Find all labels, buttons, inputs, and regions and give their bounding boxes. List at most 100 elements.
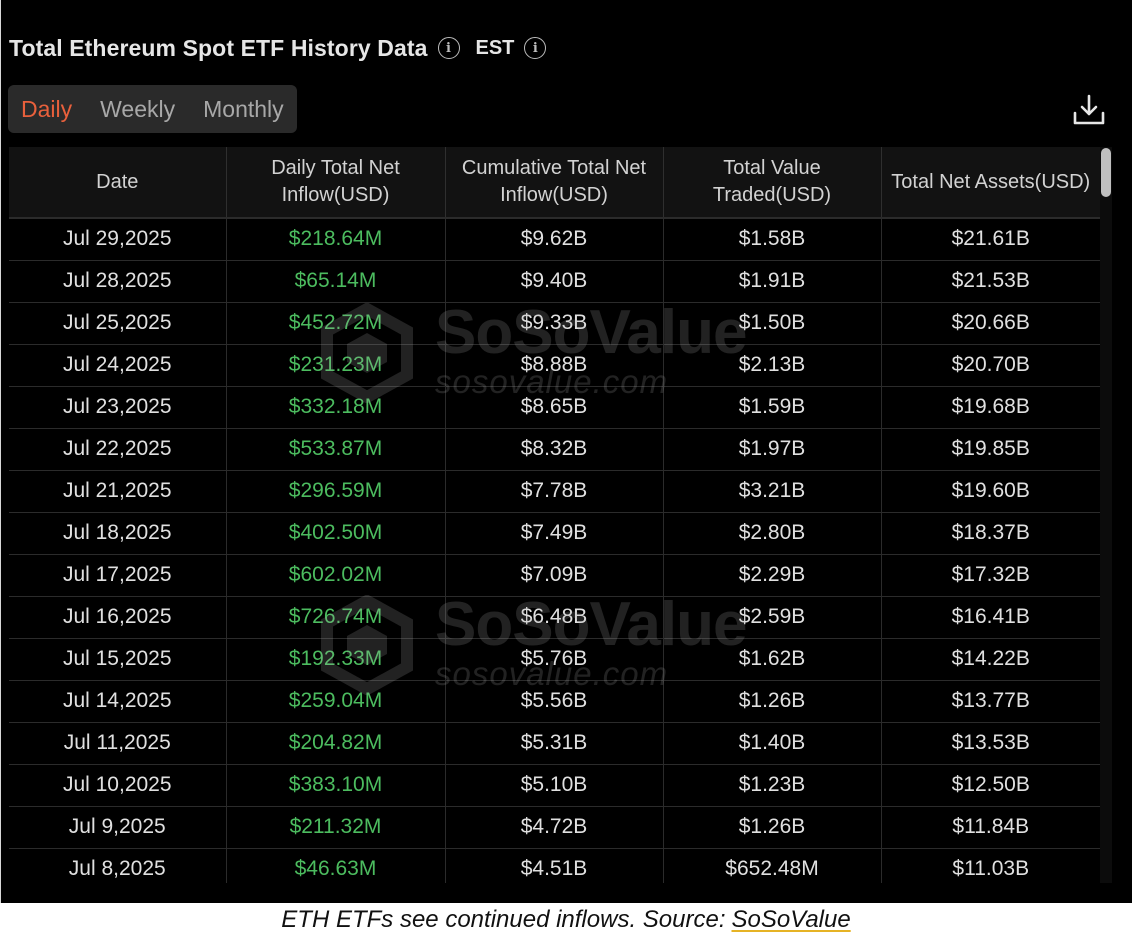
cell-value-traded: $1.91B (662, 259, 881, 302)
history-table-container: Date Daily Total Net Inflow(USD) Cumulat… (9, 147, 1100, 883)
panel-header: Total Ethereum Spot ETF History Data i E… (9, 30, 547, 66)
table-body: Jul 29,2025 $218.64M $9.62B $1.58B $21.61B Ju… (9, 217, 1100, 883)
column-header-daily-inflow[interactable]: Daily Total Net Inflow(USD) (225, 147, 445, 219)
cell-value-traded: $1.23B (662, 763, 881, 806)
cell-value-traded: $2.59B (662, 595, 881, 638)
timezone-label: EST (475, 36, 515, 59)
table-scrollbar[interactable] (1100, 147, 1112, 883)
cell-cumulative-inflow: $5.76B (444, 637, 663, 680)
column-header-cumulative-inflow[interactable]: Cumulative Total Net Inflow(USD) (444, 147, 663, 219)
cell-daily-inflow: $204.82M (225, 721, 445, 764)
cell-cumulative-inflow: $7.49B (444, 511, 663, 554)
cell-cumulative-inflow: $9.40B (444, 259, 663, 302)
cell-value-traded: $1.26B (662, 805, 881, 848)
cell-cumulative-inflow: $7.09B (444, 553, 663, 596)
cell-net-assets: $18.37B (880, 511, 1100, 554)
cell-value-traded: $1.59B (662, 385, 881, 428)
column-header-date[interactable]: Date (9, 147, 226, 219)
download-icon (1073, 94, 1105, 125)
cell-daily-inflow: $602.02M (225, 553, 445, 596)
cell-cumulative-inflow: $4.51B (444, 847, 663, 883)
table-row: Jul 28,2025 $65.14M $9.40B $1.91B $21.53B (9, 259, 1100, 302)
cell-net-assets: $14.22B (880, 637, 1100, 680)
cell-net-assets: $12.50B (880, 763, 1100, 806)
source-link[interactable]: SoSoValue (731, 906, 850, 934)
tab-weekly[interactable]: Weekly (100, 96, 175, 123)
cell-net-assets: $11.03B (880, 847, 1100, 883)
cell-date: Jul 21,2025 (9, 469, 226, 512)
cell-net-assets: $19.85B (880, 427, 1100, 470)
table-row: Jul 16,2025 $726.74M $6.48B $2.59B $16.41B (9, 595, 1100, 638)
cell-net-assets: $13.77B (880, 679, 1100, 722)
cell-daily-inflow: $726.74M (225, 595, 445, 638)
page-title: Total Ethereum Spot ETF History Data (9, 34, 428, 61)
column-header-net-assets[interactable]: Total Net Assets(USD) (880, 147, 1100, 219)
cell-date: Jul 22,2025 (9, 427, 226, 470)
table-row: Jul 21,2025 $296.59M $7.78B $3.21B $19.60B (9, 469, 1100, 512)
caption-text: ETH ETFs see continued inflows. Source: (281, 905, 726, 933)
cell-net-assets: $19.60B (880, 469, 1100, 512)
cell-cumulative-inflow: $9.62B (444, 217, 663, 260)
cell-value-traded: $1.40B (662, 721, 881, 764)
cell-daily-inflow: $533.87M (225, 427, 445, 470)
table-row: Jul 10,2025 $383.10M $5.10B $1.23B $12.50B (9, 763, 1100, 806)
cell-daily-inflow: $402.50M (225, 511, 445, 554)
table-row: Jul 29,2025 $218.64M $9.62B $1.58B $21.61B (9, 217, 1100, 260)
cell-daily-inflow: $231.23M (225, 343, 445, 386)
cell-net-assets: $21.61B (880, 217, 1100, 260)
etf-history-panel: Total Ethereum Spot ETF History Data i E… (0, 0, 1132, 903)
cell-date: Jul 16,2025 (9, 595, 226, 638)
cell-value-traded: $1.97B (662, 427, 881, 470)
timezone-info-icon[interactable]: i (524, 37, 547, 59)
cell-net-assets: $17.32B (880, 553, 1100, 596)
cell-cumulative-inflow: $5.10B (444, 763, 663, 806)
cell-net-assets: $13.53B (880, 721, 1100, 764)
history-table: Date Daily Total Net Inflow(USD) Cumulat… (9, 147, 1100, 883)
cell-net-assets: $21.53B (880, 259, 1100, 302)
tab-daily[interactable]: Daily (21, 96, 72, 123)
cell-daily-inflow: $218.64M (225, 217, 445, 260)
cell-daily-inflow: $332.18M (225, 385, 445, 428)
cell-date: Jul 18,2025 (9, 511, 226, 554)
cell-cumulative-inflow: $7.78B (444, 469, 663, 512)
cell-value-traded: $652.48M (662, 847, 881, 883)
table-row: Jul 9,2025 $211.32M $4.72B $1.26B $11.84B (9, 805, 1100, 848)
cell-net-assets: $16.41B (880, 595, 1100, 638)
cell-daily-inflow: $383.10M (225, 763, 445, 806)
cell-value-traded: $2.13B (662, 343, 881, 386)
table-row: Jul 24,2025 $231.23M $8.88B $2.13B $20.70B (9, 343, 1100, 386)
scrollbar-thumb[interactable] (1101, 148, 1111, 197)
cell-date: Jul 9,2025 (9, 805, 226, 848)
cell-date: Jul 11,2025 (9, 721, 226, 764)
cell-value-traded: $2.29B (662, 553, 881, 596)
cell-net-assets: $11.84B (880, 805, 1100, 848)
cell-date: Jul 28,2025 (9, 259, 226, 302)
cell-value-traded: $1.26B (662, 679, 881, 722)
cell-value-traded: $3.21B (662, 469, 881, 512)
cell-date: Jul 14,2025 (9, 679, 226, 722)
cell-date: Jul 15,2025 (9, 637, 226, 680)
cell-value-traded: $1.58B (662, 217, 881, 260)
cell-cumulative-inflow: $8.32B (444, 427, 663, 470)
cell-net-assets: $20.70B (880, 343, 1100, 386)
cell-value-traded: $2.80B (662, 511, 881, 554)
cell-cumulative-inflow: $9.33B (444, 301, 663, 344)
column-header-value-traded[interactable]: Total Value Traded(USD) (662, 147, 881, 219)
table-row: Jul 11,2025 $204.82M $5.31B $1.40B $13.53B (9, 721, 1100, 764)
cell-cumulative-inflow: $8.65B (444, 385, 663, 428)
table-header-row: Date Daily Total Net Inflow(USD) Cumulat… (9, 147, 1100, 219)
info-icon[interactable]: i (437, 37, 460, 59)
cell-date: Jul 10,2025 (9, 763, 226, 806)
tab-monthly[interactable]: Monthly (203, 96, 284, 123)
download-button[interactable] (1071, 92, 1107, 128)
cell-daily-inflow: $211.32M (225, 805, 445, 848)
cell-daily-inflow: $46.63M (225, 847, 445, 883)
table-row: Jul 18,2025 $402.50M $7.49B $2.80B $18.37B (9, 511, 1100, 554)
table-row: Jul 15,2025 $192.33M $5.76B $1.62B $14.22B (9, 637, 1100, 680)
table-row: Jul 22,2025 $533.87M $8.32B $1.97B $19.85B (9, 427, 1100, 470)
cell-cumulative-inflow: $8.88B (444, 343, 663, 386)
cell-cumulative-inflow: $5.31B (444, 721, 663, 764)
table-row: Jul 17,2025 $602.02M $7.09B $2.29B $17.32B (9, 553, 1100, 596)
cell-date: Jul 23,2025 (9, 385, 226, 428)
cell-daily-inflow: $192.33M (225, 637, 445, 680)
